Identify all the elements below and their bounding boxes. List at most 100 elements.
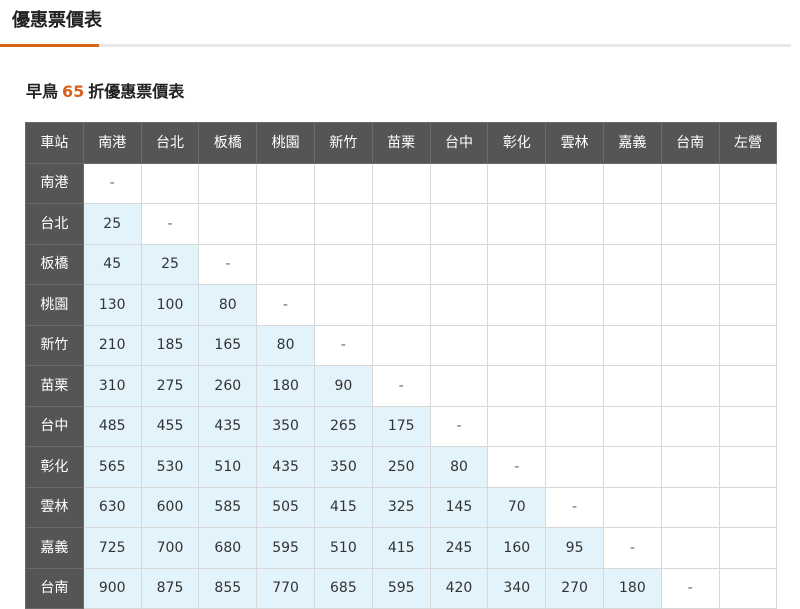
empty-cell bbox=[313, 284, 373, 326]
column-header: 苗栗 bbox=[371, 122, 431, 164]
empty-cell bbox=[660, 203, 720, 245]
empty-cell bbox=[256, 243, 315, 285]
row-header: 台南 bbox=[25, 567, 84, 609]
diagonal-cell: - bbox=[313, 324, 373, 366]
fare-cell: 485 bbox=[82, 405, 142, 447]
empty-cell bbox=[371, 284, 431, 326]
empty-cell bbox=[660, 324, 720, 366]
fare-cell: 100 bbox=[140, 284, 200, 326]
fare-cell: 630 bbox=[82, 486, 142, 528]
column-header: 台北 bbox=[140, 122, 200, 164]
row-header: 新竹 bbox=[25, 324, 84, 366]
fare-cell: 455 bbox=[140, 405, 200, 447]
empty-cell bbox=[718, 365, 778, 407]
table-row: 南港 - bbox=[25, 162, 778, 204]
empty-cell bbox=[602, 284, 662, 326]
header-accent-bar bbox=[0, 44, 99, 47]
diagonal-cell: - bbox=[429, 405, 489, 447]
empty-cell bbox=[660, 284, 720, 326]
fare-cell: 505 bbox=[256, 486, 315, 528]
empty-cell bbox=[545, 284, 604, 326]
empty-cell bbox=[660, 446, 720, 488]
fare-cell: 160 bbox=[487, 527, 547, 569]
fare-cell: 90 bbox=[313, 365, 373, 407]
fare-cell: 210 bbox=[82, 324, 142, 366]
fare-cell: 340 bbox=[487, 567, 547, 609]
fare-cell: 80 bbox=[198, 284, 258, 326]
column-header: 板橋 bbox=[198, 122, 258, 164]
diagonal-cell: - bbox=[545, 486, 604, 528]
fare-cell: 700 bbox=[140, 527, 200, 569]
table-row: 嘉義 725 700 680 595 510 415 245 160 95- bbox=[25, 527, 778, 569]
empty-cell bbox=[545, 365, 604, 407]
fare-cell: 770 bbox=[256, 567, 315, 609]
fare-cell: 585 bbox=[198, 486, 258, 528]
fare-table-body: 南港 - 台北 25- 板橋 45 25- 桃園 130 100 80- 新竹 210 185 165 80-… bbox=[25, 162, 778, 609]
column-header: 新竹 bbox=[313, 122, 373, 164]
diagonal-cell: - bbox=[256, 284, 315, 326]
row-header: 嘉義 bbox=[25, 527, 84, 569]
diagonal-cell: - bbox=[602, 527, 662, 569]
empty-cell bbox=[718, 405, 778, 447]
fare-cell: 600 bbox=[140, 486, 200, 528]
table-row: 新竹 210 185 165 80- bbox=[25, 324, 778, 366]
column-header: 台南 bbox=[660, 122, 720, 164]
section-title-suffix: 折優惠票價表 bbox=[88, 82, 185, 101]
fare-cell: 435 bbox=[198, 405, 258, 447]
empty-cell bbox=[429, 203, 489, 245]
fare-cell: 270 bbox=[545, 567, 604, 609]
fare-cell: 350 bbox=[256, 405, 315, 447]
fare-cell: 185 bbox=[140, 324, 200, 366]
section-title-prefix: 早鳥 bbox=[26, 82, 59, 101]
empty-cell bbox=[487, 365, 547, 407]
fare-cell: 70 bbox=[487, 486, 547, 528]
empty-cell bbox=[602, 405, 662, 447]
empty-cell bbox=[487, 324, 547, 366]
table-row: 台中 485 455 435 350 265 175- bbox=[25, 405, 778, 447]
column-header: 彰化 bbox=[487, 122, 547, 164]
row-header: 苗栗 bbox=[25, 365, 84, 407]
empty-cell bbox=[602, 486, 662, 528]
fare-cell: 180 bbox=[256, 365, 315, 407]
diagonal-cell: - bbox=[140, 203, 200, 245]
fare-cell: 595 bbox=[256, 527, 315, 569]
empty-cell bbox=[487, 243, 547, 285]
row-header: 南港 bbox=[25, 162, 84, 204]
empty-cell bbox=[545, 446, 604, 488]
column-header: 南港 bbox=[82, 122, 142, 164]
table-row: 雲林 630 600 585 505 415 325 145 70- bbox=[25, 486, 778, 528]
fare-cell: 310 bbox=[82, 365, 142, 407]
empty-cell bbox=[371, 162, 431, 204]
empty-cell bbox=[487, 162, 547, 204]
empty-cell bbox=[429, 162, 489, 204]
empty-cell bbox=[602, 446, 662, 488]
page-title: 優惠票價表 bbox=[12, 10, 102, 31]
fare-cell: 325 bbox=[371, 486, 431, 528]
empty-cell bbox=[256, 203, 315, 245]
section-title: 早鳥 65 折優惠票價表 bbox=[26, 80, 184, 104]
column-header: 台中 bbox=[429, 122, 489, 164]
diagonal-cell: - bbox=[82, 162, 142, 204]
fare-cell: 595 bbox=[371, 567, 431, 609]
empty-cell bbox=[371, 203, 431, 245]
empty-cell bbox=[198, 162, 258, 204]
empty-cell bbox=[718, 486, 778, 528]
fare-cell: 510 bbox=[198, 446, 258, 488]
empty-cell bbox=[660, 486, 720, 528]
fare-cell: 45 bbox=[82, 243, 142, 285]
fare-cell: 875 bbox=[140, 567, 200, 609]
empty-cell bbox=[429, 243, 489, 285]
empty-cell bbox=[487, 405, 547, 447]
table-row: 苗栗 310 275 260 180 90- bbox=[25, 365, 778, 407]
fare-cell: 130 bbox=[82, 284, 142, 326]
fare-cell: 260 bbox=[198, 365, 258, 407]
empty-cell bbox=[313, 162, 373, 204]
column-header: 嘉義 bbox=[602, 122, 662, 164]
fare-cell: 25 bbox=[140, 243, 200, 285]
row-header: 彰化 bbox=[25, 446, 84, 488]
fare-cell: 415 bbox=[371, 527, 431, 569]
empty-cell bbox=[545, 162, 604, 204]
empty-cell bbox=[660, 365, 720, 407]
empty-cell bbox=[429, 365, 489, 407]
fare-cell: 565 bbox=[82, 446, 142, 488]
